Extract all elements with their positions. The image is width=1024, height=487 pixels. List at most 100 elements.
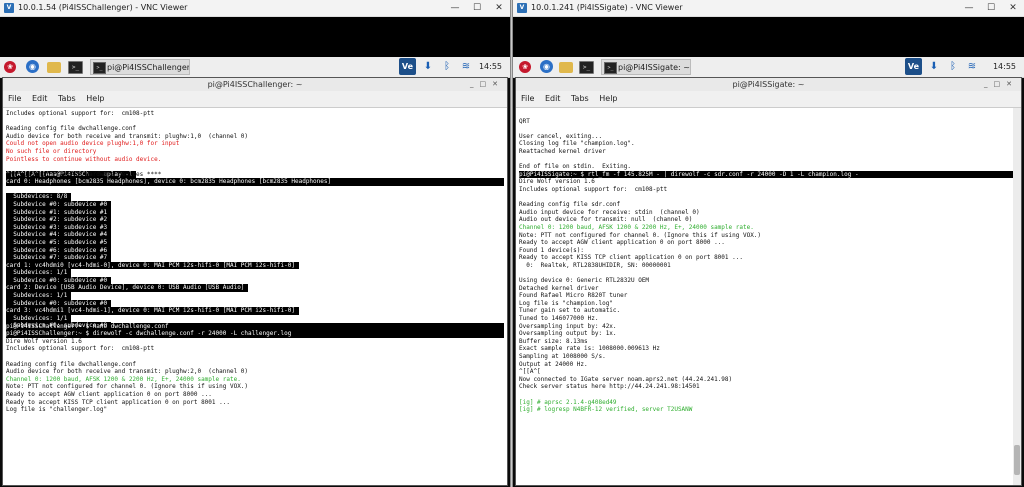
taskbar-terminal-button[interactable]: >_ pi@Pi4ISSigate: ~ [601, 59, 691, 75]
menu-help[interactable]: Help [599, 94, 617, 103]
terminal-scrollbar[interactable] [1013, 108, 1021, 485]
wifi-icon[interactable]: ≋ [965, 60, 979, 74]
terminal-line: Reading config file sdr.conf [519, 201, 621, 209]
terminal-line: Log file is "challenger.log" [6, 406, 108, 414]
terminal-line: End of file on stdin. Exiting. [519, 163, 631, 171]
terminal-line: Pointless to continue without audio devi… [6, 155, 162, 163]
terminal-line: User cancel, exiting... [519, 132, 603, 140]
terminal-title-text: pi@Pi4ISSigate: ~ [732, 80, 805, 89]
minimize-button[interactable]: — [958, 0, 980, 16]
terminal-launcher-icon[interactable]: >_ [579, 61, 594, 74]
bluetooth-icon[interactable]: ᛒ [440, 60, 454, 74]
terminal-icon: >_ [604, 62, 617, 74]
menu-tabs[interactable]: Tabs [571, 94, 589, 103]
terminal-line: Oversampling input by: 42x. [519, 322, 617, 330]
terminal-line: 0: Realtek, RTL2838UHIDIR, SN: 00000001 [519, 261, 671, 269]
lxterminal-window: pi@Pi4ISSChallenger: ~ _□✕ File Edit Tab… [2, 77, 508, 486]
bluetooth-icon[interactable]: ᛒ [946, 60, 960, 74]
terminal-title-text: pi@Pi4ISSChallenger: ~ [207, 80, 303, 89]
terminal-window-controls[interactable]: _□✕ [470, 78, 504, 91]
terminal-line: Note: PTT not configured for channel 0. … [6, 383, 249, 391]
menu-file[interactable]: File [8, 94, 21, 103]
wifi-icon[interactable]: ≋ [459, 60, 473, 74]
vnc-logo-icon: V [517, 3, 527, 13]
close-button[interactable]: ✕ [488, 0, 510, 16]
menu-edit[interactable]: Edit [545, 94, 561, 103]
terminal-line: card 0: Headphones [bcm2835 Headphones],… [6, 178, 504, 186]
terminal-line: Reading config file dwchallenge.conf [6, 125, 137, 133]
vnc-titlebar[interactable]: V 10.0.1.54 (Pi4ISSChallenger) - VNC Vie… [0, 0, 510, 17]
terminal-line: Output at 24000 Hz. [519, 360, 588, 368]
vnc-logo-icon: V [4, 3, 14, 13]
terminal-line: Note: PTT not configured for channel 0. … [519, 231, 762, 239]
terminal-line: Now connected to IGate server noam.aprs2… [519, 375, 733, 383]
menu-edit[interactable]: Edit [32, 94, 48, 103]
terminal-line: Check server status here http://44.24.24… [519, 383, 700, 391]
vnc-server-icon[interactable]: Ve [905, 58, 922, 75]
terminal-line: Could not open audio device plughw:1,0 f… [6, 140, 180, 148]
vnc-window-challenger: V 10.0.1.54 (Pi4ISSChallenger) - VNC Vie… [0, 0, 510, 487]
terminal-line: pi@Pi4ISSChallenger:~ $ nano dwchallenge… [6, 322, 504, 331]
terminal-line: [ig] # logresp N4BFR-12 verified, server… [519, 406, 693, 414]
vnc-window-igate: V 10.0.1.241 (Pi4ISSigate) - VNC Viewer … [513, 0, 1024, 487]
terminal-line: Buffer size: 8.13ms [519, 337, 588, 345]
terminal-menubar: File Edit Tabs Help [3, 91, 507, 108]
terminal-line: Includes optional support for: cm108-ptt [6, 110, 155, 117]
vnc-titlebar[interactable]: V 10.0.1.241 (Pi4ISSigate) - VNC Viewer … [513, 0, 1024, 17]
menu-help[interactable]: Help [86, 94, 104, 103]
terminal-line: Exact sample rate is: 1008000.009613 Hz [519, 345, 660, 353]
menu-tabs[interactable]: Tabs [58, 94, 76, 103]
terminal-line: Found Rafael Micro R820T tuner [519, 292, 628, 300]
terminal-titlebar[interactable]: pi@Pi4ISSChallenger: ~ _□✕ [3, 78, 507, 91]
vnc-server-icon[interactable]: Ve [399, 58, 416, 75]
taskbar-terminal-button[interactable]: >_ pi@Pi4ISSChallenger: ~ [90, 59, 190, 75]
terminal-line: Closing log file "champion.log". [519, 140, 635, 148]
terminal-line: Tuner gain set to automatic. [519, 307, 621, 315]
terminal-titlebar[interactable]: pi@Pi4ISSigate: ~ _□✕ [516, 78, 1021, 91]
terminal-line: Reattached kernel driver [519, 147, 606, 155]
web-browser-icon[interactable]: ◉ [540, 60, 553, 73]
terminal-line: Found 1 device(s): [519, 246, 585, 254]
terminal-output[interactable]: QRT User cancel, exiting... Closing log fi… [516, 108, 1021, 485]
terminal-line: Audio device for both receive and transm… [6, 132, 249, 140]
update-icon[interactable]: ⬇ [927, 60, 941, 74]
terminal-line: Channel 0: 1200 baud, AFSK 1200 & 2200 H… [519, 223, 754, 231]
terminal-icon: >_ [93, 62, 106, 74]
taskbar-terminal-label: pi@Pi4ISSChallenger: ~ [107, 63, 190, 72]
vnc-title-text: 10.0.1.54 (Pi4ISSChallenger) - VNC Viewe… [18, 3, 188, 12]
lxterminal-window: pi@Pi4ISSigate: ~ _□✕ File Edit Tabs Hel… [515, 77, 1022, 486]
terminal-launcher-icon[interactable]: >_ [68, 61, 83, 74]
clock[interactable]: 14:55 [993, 57, 1016, 77]
terminal-line: **** List of PLAYBACK Hardware Devices *… [6, 170, 162, 178]
clock[interactable]: 14:55 [479, 57, 502, 77]
file-manager-icon[interactable] [559, 62, 573, 73]
terminal-line: Includes optional support for: cm108-ptt [6, 345, 155, 353]
raspberry-menu-icon[interactable]: ❀ [4, 61, 16, 73]
minimize-button[interactable]: — [444, 0, 466, 16]
terminal-line: Tuned to 146077000 Hz. [519, 315, 599, 323]
menu-file[interactable]: File [521, 94, 534, 103]
update-icon[interactable]: ⬇ [421, 60, 435, 74]
terminal-line: Ready to accept AGW client application 0… [6, 390, 212, 398]
maximize-button[interactable]: ☐ [466, 0, 488, 16]
terminal-line: pi@Pi4ISSChallenger:~ $ direwolf -c dwch… [6, 330, 504, 338]
terminal-output[interactable]: Includes optional support for: cm108-ptt… [3, 108, 507, 485]
vnc-title-text: 10.0.1.241 (Pi4ISSigate) - VNC Viewer [531, 3, 683, 12]
scrollbar-thumb[interactable] [1014, 445, 1020, 475]
terminal-line: Ready to accept KISS TCP client applicat… [519, 254, 743, 262]
terminal-window-controls[interactable]: _□✕ [984, 78, 1018, 91]
raspberry-menu-icon[interactable]: ❀ [519, 61, 531, 73]
web-browser-icon[interactable]: ◉ [26, 60, 39, 73]
terminal-line: Reading config file dwchallenge.conf [6, 360, 137, 368]
maximize-button[interactable]: ☐ [980, 0, 1002, 16]
terminal-line: Using device 0: Generic RTL2832U OEM [519, 277, 650, 285]
terminal-line: Audio device for both receive and transm… [6, 368, 249, 376]
file-manager-icon[interactable] [47, 62, 61, 73]
close-button[interactable]: ✕ [1002, 0, 1024, 16]
